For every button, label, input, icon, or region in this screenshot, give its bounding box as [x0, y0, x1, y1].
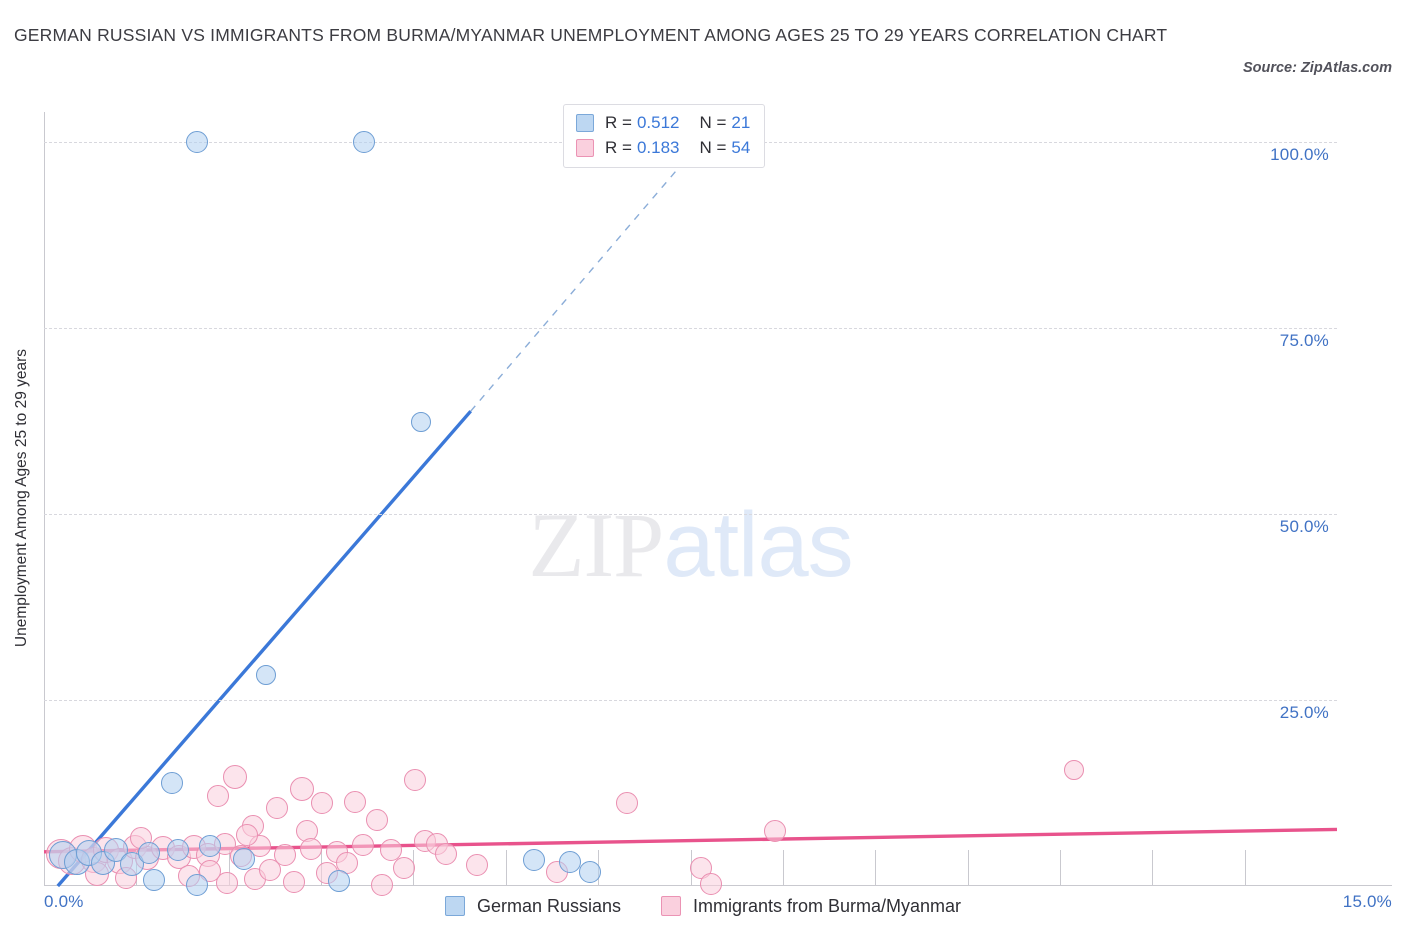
scatter-point[interactable]	[351, 834, 374, 857]
y-axis-tick-label: 50.0%	[1279, 516, 1329, 536]
x-axis-tick	[1059, 850, 1061, 886]
stats-row-german-russians: R = 0.512 N = 21	[576, 113, 750, 133]
scatter-point[interactable]	[763, 819, 786, 842]
scatter-point[interactable]	[232, 848, 255, 871]
gridline-y	[44, 513, 1337, 515]
scatter-point[interactable]	[344, 790, 367, 813]
watermark-zip: ZIP	[528, 494, 664, 596]
legend-swatch-pink-icon	[661, 896, 681, 916]
scatter-point[interactable]	[365, 808, 388, 831]
scatter-point[interactable]	[393, 857, 416, 880]
y-axis-tick-label: 25.0%	[1279, 702, 1329, 722]
x-axis-tick	[782, 850, 784, 886]
legend-item-burma-myanmar[interactable]: Immigrants from Burma/Myanmar	[661, 896, 961, 917]
scatter-point[interactable]	[300, 837, 323, 860]
n-label-blue: N =	[699, 113, 727, 132]
legend-label-german-russians: German Russians	[476, 895, 621, 916]
chart-page: GERMAN RUSSIAN VS IMMIGRANTS FROM BURMA/…	[0, 0, 1406, 930]
scatter-point[interactable]	[522, 848, 545, 871]
legend-swatch-blue-icon	[444, 896, 465, 916]
x-axis-tick	[1152, 850, 1154, 886]
gridline-y	[44, 699, 1337, 701]
scatter-point[interactable]	[465, 854, 488, 877]
scatter-point[interactable]	[222, 764, 247, 789]
scatter-point[interactable]	[235, 824, 258, 847]
r-label-blue: R =	[605, 113, 632, 132]
watermark-atlas: atlas	[663, 494, 853, 596]
scatter-point[interactable]	[255, 664, 276, 685]
scatter-point[interactable]	[311, 791, 334, 814]
r-value-pink: 0.183	[636, 138, 680, 157]
scatter-point[interactable]	[198, 834, 221, 857]
x-axis-tick	[875, 850, 877, 886]
r-label-pink: R =	[605, 138, 632, 157]
scatter-point[interactable]	[258, 858, 281, 881]
scatter-point[interactable]	[403, 769, 426, 792]
scatter-point[interactable]	[289, 776, 314, 801]
stats-row-burma-myanmar: R = 0.183 N = 54	[576, 138, 750, 158]
n-value-pink: 54	[731, 138, 751, 157]
x-axis-tick	[967, 850, 969, 886]
n-label-pink: N =	[699, 138, 727, 157]
r-value-blue: 0.512	[636, 113, 680, 132]
series-legend: German Russians Immigrants from Burma/My…	[0, 884, 1406, 928]
scatter-point[interactable]	[352, 130, 375, 153]
source-note: Source: ZipAtlas.com	[1242, 60, 1392, 76]
watermark: ZIPatlas	[528, 492, 853, 598]
scatter-point[interactable]	[160, 771, 183, 794]
swatch-blue-icon	[576, 114, 594, 132]
swatch-pink-icon	[576, 139, 594, 157]
page-title: GERMAN RUSSIAN VS IMMIGRANTS FROM BURMA/…	[14, 25, 1168, 45]
legend-item-german-russians[interactable]: German Russians	[444, 895, 621, 917]
scatter-point[interactable]	[138, 842, 161, 865]
y-axis-tick-label: 75.0%	[1279, 330, 1329, 350]
x-axis-tick	[1244, 850, 1246, 886]
title-block: GERMAN RUSSIAN VS IMMIGRANTS FROM BURMA/…	[14, 16, 1194, 54]
scatter-point[interactable]	[1064, 759, 1085, 780]
scatter-point[interactable]	[558, 851, 581, 874]
y-axis-title: Unemployment Among Ages 25 to 29 years	[13, 348, 30, 648]
scatter-point[interactable]	[166, 838, 189, 861]
trend-line-extension	[470, 163, 683, 412]
scatter-point[interactable]	[578, 860, 601, 883]
scatter-point[interactable]	[207, 784, 230, 807]
legend-label-burma-myanmar: Immigrants from Burma/Myanmar	[693, 895, 962, 916]
scatter-point[interactable]	[615, 792, 638, 815]
trend-line	[56, 410, 472, 888]
y-axis-tick-label: 100.0%	[1270, 144, 1329, 164]
gridline-y	[44, 327, 1337, 329]
n-value-blue: 21	[731, 113, 751, 132]
scatter-point[interactable]	[434, 842, 457, 865]
plot-area: ZIPatlas 25.0% 50.0% 75.0% 100.0%	[43, 112, 1338, 896]
x-axis-tick	[505, 850, 507, 886]
scatter-point[interactable]	[265, 796, 288, 819]
correlation-stats-box: R = 0.512 N = 21 R = 0.183 N = 54	[563, 104, 766, 168]
scatter-point[interactable]	[185, 130, 208, 153]
scatter-point[interactable]	[410, 412, 431, 433]
